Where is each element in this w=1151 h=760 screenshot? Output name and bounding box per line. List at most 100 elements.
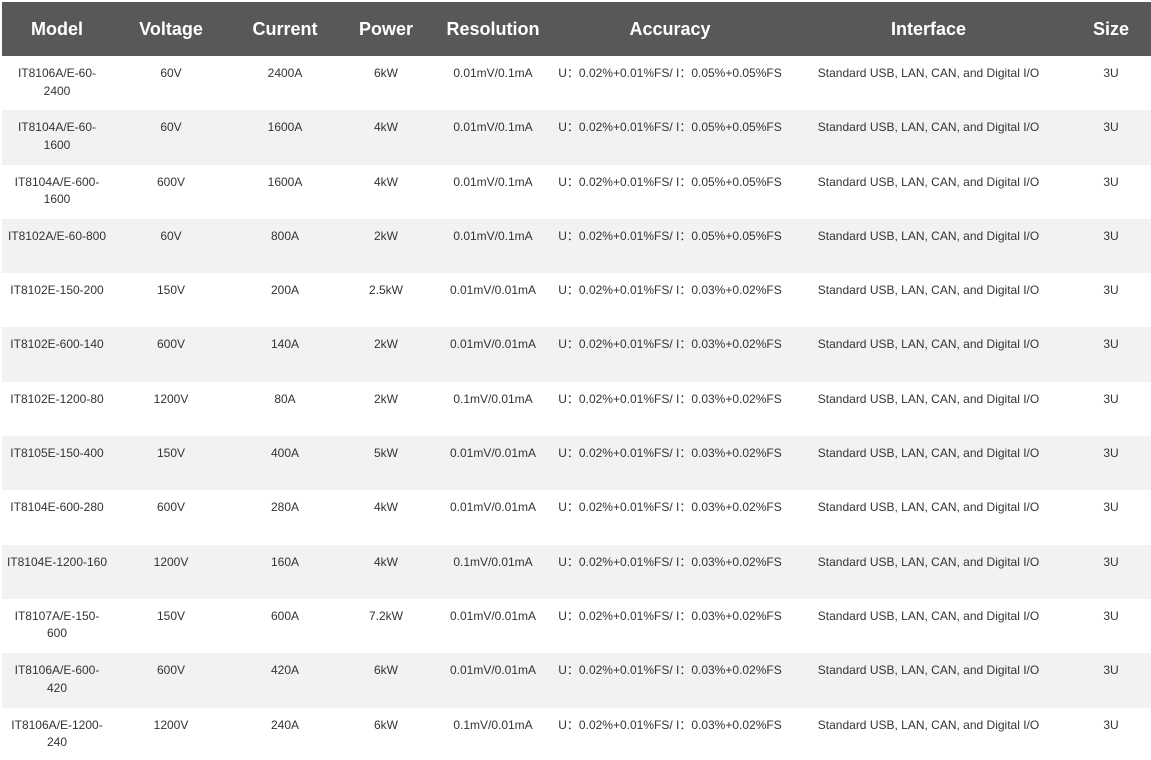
- cell-interface: Standard USB, LAN, CAN, and Digital I/O: [817, 554, 1040, 569]
- cell-size: 3U: [1103, 174, 1119, 189]
- cell-current: 80A: [274, 391, 296, 406]
- table-body: IT8106A/E-60-2400 60V 2400A 6kW 0.01mV/0…: [2, 56, 1151, 760]
- cell-model: IT8102E-150-200: [10, 283, 104, 298]
- cell-model: IT8106A/E-600-420: [14, 663, 100, 695]
- cell-accuracy: U：0.02%+0.01%FS/ I：0.03%+0.02%FS: [558, 446, 782, 461]
- cell-resolution: 0.01mV/0.1mA: [453, 66, 533, 80]
- cell-voltage: 60V: [160, 228, 182, 243]
- cell-resolution: 0.1mV/0.01mA: [453, 717, 533, 732]
- cell-voltage: 1200V: [153, 717, 189, 732]
- cell-interface: Standard USB, LAN, CAN, and Digital I/O: [817, 228, 1040, 243]
- table-row: IT8107A/E-150-600 150V 600A 7.2kW 0.01mV…: [2, 598, 1151, 654]
- table-row: IT8106A/E-600-420 600V 420A 6kW 0.01mV/0…: [2, 653, 1151, 708]
- table-row: IT8102E-150-200 150V 200A 2.5kW 0.01mV/0…: [2, 273, 1151, 328]
- cell-model: IT8102E-600-140: [10, 337, 104, 352]
- cell-voltage: 150V: [156, 283, 186, 298]
- cell-interface: Standard USB, LAN, CAN, and Digital I/O: [817, 663, 1040, 678]
- cell-interface: Standard USB, LAN, CAN, and Digital I/O: [817, 337, 1040, 352]
- cell-current: 140A: [270, 337, 300, 352]
- cell-resolution: 0.01mV/0.01mA: [449, 500, 537, 515]
- cell-size: 3U: [1103, 608, 1119, 623]
- cell-accuracy: U：0.02%+0.01%FS/ I：0.05%+0.05%FS: [558, 120, 782, 135]
- table-row: IT8104A/E-600-1600 600V 1600A 4kW 0.01mV…: [2, 164, 1151, 219]
- cell-accuracy: U：0.02%+0.01%FS/ I：0.03%+0.02%FS: [558, 717, 782, 732]
- cell-accuracy: U：0.02%+0.01%FS/ I：0.05%+0.05%FS: [558, 228, 782, 243]
- cell-voltage: 1200V: [153, 554, 189, 569]
- cell-power: 4kW: [374, 174, 398, 189]
- spec-table: Model Voltage Current Power Resolution A…: [2, 2, 1151, 760]
- header-power: Power: [358, 18, 414, 39]
- cell-size: 3U: [1103, 554, 1119, 569]
- table-row: IT8102A/E-60-800 60V 800A 2kW 0.01mV/0.1…: [2, 218, 1151, 274]
- table-header: Model Voltage Current Power Resolution A…: [2, 2, 1151, 56]
- cell-current: 280A: [270, 500, 300, 515]
- cell-voltage: 600V: [156, 500, 186, 515]
- cell-voltage: 60V: [160, 120, 182, 135]
- cell-accuracy: U：0.02%+0.01%FS/ I：0.03%+0.02%FS: [558, 283, 782, 298]
- cell-resolution: 0.1mV/0.01mA: [453, 391, 533, 406]
- table-row: IT8104E-1200-160 1200V 160A 4kW 0.1mV/0.…: [2, 544, 1151, 599]
- cell-power: 2kW: [374, 337, 398, 352]
- cell-model: IT8106A/E-1200-240: [11, 717, 103, 750]
- cell-model: IT8107A/E-150-600: [14, 608, 100, 641]
- cell-voltage: 600V: [156, 174, 186, 189]
- cell-accuracy: U：0.02%+0.01%FS/ I：0.03%+0.02%FS: [558, 554, 782, 569]
- cell-voltage: 150V: [156, 446, 186, 461]
- cell-power: 7.2kW: [368, 608, 403, 623]
- cell-current: 800A: [270, 228, 300, 243]
- table-row: IT8102E-1200-80 1200V 80A 2kW 0.1mV/0.01…: [2, 381, 1151, 437]
- table-row: IT8105E-150-400 150V 400A 5kW 0.01mV/0.0…: [2, 436, 1151, 491]
- cell-current: 240A: [270, 717, 300, 732]
- header-accuracy: Accuracy: [629, 18, 711, 39]
- cell-power: 4kW: [374, 120, 398, 135]
- cell-accuracy: U：0.02%+0.01%FS/ I：0.03%+0.02%FS: [558, 608, 782, 623]
- cell-model: IT8102E-1200-80: [10, 391, 104, 406]
- cell-current: 160A: [270, 554, 300, 569]
- cell-current: 1600A: [267, 174, 303, 189]
- header-row: Model Voltage Current Power Resolution A…: [2, 2, 1151, 56]
- cell-power: 6kW: [374, 663, 398, 678]
- cell-accuracy: U：0.02%+0.01%FS/ I：0.05%+0.05%FS: [558, 174, 782, 189]
- cell-resolution: 0.01mV/0.01mA: [449, 337, 537, 352]
- table-row: IT8106A/E-1200-240 1200V 240A 6kW 0.1mV/…: [2, 707, 1151, 760]
- cell-resolution: 0.1mV/0.01mA: [453, 554, 533, 569]
- cell-current: 200A: [270, 283, 300, 298]
- cell-size: 3U: [1103, 391, 1119, 406]
- cell-power: 2kW: [374, 228, 398, 243]
- cell-resolution: 0.01mV/0.01mA: [449, 446, 537, 461]
- cell-voltage: 1200V: [153, 391, 189, 406]
- cell-current: 600A: [270, 608, 300, 623]
- cell-accuracy: U：0.02%+0.01%FS/ I：0.03%+0.02%FS: [558, 391, 782, 406]
- cell-size: 3U: [1103, 446, 1119, 461]
- table-row: IT8104A/E-60-1600 60V 1600A 4kW 0.01mV/0…: [2, 110, 1151, 165]
- cell-voltage: 60V: [160, 66, 182, 80]
- cell-model: IT8106A/E-60-2400: [17, 66, 97, 98]
- cell-resolution: 0.01mV/0.01mA: [449, 283, 537, 298]
- cell-current: 1600A: [267, 120, 303, 135]
- cell-interface: Standard USB, LAN, CAN, and Digital I/O: [817, 446, 1040, 461]
- cell-size: 3U: [1103, 283, 1119, 298]
- cell-voltage: 600V: [156, 663, 186, 678]
- cell-current: 2400A: [267, 66, 303, 80]
- header-current: Current: [252, 18, 318, 39]
- header-voltage: Voltage: [139, 18, 203, 39]
- cell-power: 5kW: [374, 446, 398, 461]
- cell-power: 4kW: [374, 554, 398, 569]
- cell-model: IT8104E-600-280: [10, 500, 104, 515]
- cell-power: 2.5kW: [368, 283, 403, 298]
- cell-power: 6kW: [374, 66, 398, 80]
- cell-model: IT8102A/E-60-800: [7, 228, 107, 243]
- cell-interface: Standard USB, LAN, CAN, and Digital I/O: [817, 283, 1040, 298]
- header-resolution: Resolution: [446, 18, 540, 39]
- cell-resolution: 0.01mV/0.01mA: [449, 663, 537, 678]
- cell-power: 6kW: [374, 717, 398, 732]
- cell-interface: Standard USB, LAN, CAN, and Digital I/O: [817, 66, 1040, 80]
- cell-current: 400A: [270, 446, 300, 461]
- cell-size: 3U: [1103, 663, 1119, 678]
- cell-resolution: 0.01mV/0.01mA: [449, 608, 537, 623]
- cell-interface: Standard USB, LAN, CAN, and Digital I/O: [817, 174, 1040, 189]
- spec-table-container: Model Voltage Current Power Resolution A…: [0, 0, 1151, 760]
- cell-power: 2kW: [374, 391, 398, 406]
- cell-model: IT8104A/E-60-1600: [17, 120, 97, 152]
- header-interface: Interface: [890, 18, 967, 39]
